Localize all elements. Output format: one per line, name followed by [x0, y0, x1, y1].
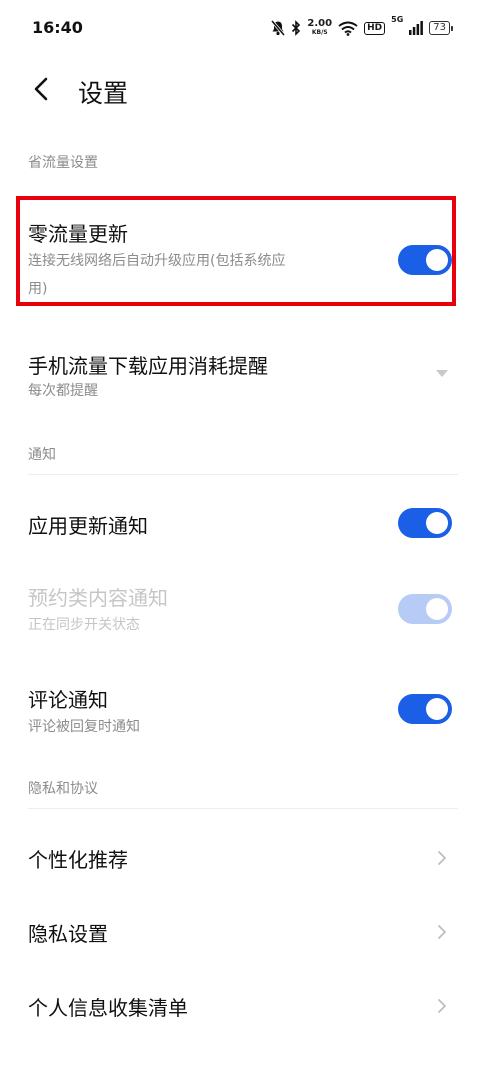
- reservation-notice-toggle: [398, 594, 452, 624]
- privacy-item-label: 个性化推荐: [28, 848, 128, 872]
- dropdown-triangle-icon[interactable]: [436, 370, 448, 378]
- comment-notice-subtitle: 评论被回复时通知: [28, 719, 140, 735]
- divider: [28, 474, 458, 475]
- chevron-right-icon: [438, 851, 446, 865]
- mute-bell-icon: [271, 20, 286, 36]
- mobile-data-reminder-row[interactable]: 手机流量下载应用消耗提醒 每次都提醒: [0, 336, 480, 416]
- zero-data-update-title: 零流量更新: [28, 222, 128, 246]
- privacy-item-privacy-settings[interactable]: 隐私设置: [0, 898, 480, 964]
- signal-type-label: 5G: [391, 15, 404, 24]
- zero-data-update-subtitle-line1: 连接无线网络后自动升级应用(包括系统应: [28, 253, 286, 269]
- zero-data-update-subtitle-line2: 用): [28, 281, 48, 297]
- zero-data-update-row[interactable]: 零流量更新 连接无线网络后自动升级应用(包括系统应 用): [0, 200, 480, 304]
- wifi-icon: [338, 21, 358, 36]
- comment-notice-row[interactable]: 评论通知 评论被回复时通知: [0, 674, 480, 746]
- privacy-item-label: 个人信息收集清单: [28, 996, 188, 1020]
- status-bar: 16:40 2.00 KB/S HD 5G 73: [0, 0, 480, 60]
- app-header: 设置: [0, 64, 480, 114]
- chevron-right-icon: [438, 999, 446, 1013]
- privacy-item-personalized-recommendation[interactable]: 个性化推荐: [0, 824, 480, 890]
- battery-indicator: 73: [429, 21, 453, 35]
- privacy-item-personal-info-list[interactable]: 个人信息收集清单: [0, 972, 480, 1038]
- toggle-knob: [426, 512, 448, 534]
- chevron-right-icon: [438, 925, 446, 939]
- back-arrow-icon[interactable]: [28, 74, 58, 104]
- page-title: 设置: [78, 79, 129, 108]
- comment-notice-title: 评论通知: [28, 688, 108, 712]
- reservation-notice-subtitle: 正在同步开关状态: [28, 617, 140, 633]
- privacy-item-label: 隐私设置: [28, 922, 108, 946]
- app-update-notice-toggle[interactable]: [398, 508, 452, 538]
- toggle-knob: [426, 698, 448, 720]
- toggle-knob: [426, 249, 448, 271]
- reservation-notice-row: 预约类内容通知 正在同步开关状态: [0, 572, 480, 644]
- signal-icon: [409, 21, 424, 35]
- section-label-data-saving: 省流量设置: [28, 155, 98, 171]
- status-time: 16:40: [32, 18, 83, 37]
- bluetooth-icon: [292, 20, 301, 36]
- reservation-notice-title: 预约类内容通知: [28, 586, 168, 610]
- section-label-privacy: 隐私和协议: [28, 781, 98, 797]
- app-update-notice-title: 应用更新通知: [28, 514, 148, 538]
- comment-notice-toggle[interactable]: [398, 694, 452, 724]
- toggle-knob: [426, 598, 448, 620]
- divider: [28, 808, 458, 809]
- mobile-data-reminder-value: 每次都提醒: [28, 383, 98, 399]
- status-icons: 2.00 KB/S HD 5G 73: [271, 15, 453, 40]
- section-label-notifications: 通知: [28, 447, 56, 463]
- app-update-notice-row[interactable]: 应用更新通知: [0, 490, 480, 556]
- network-rate: 2.00 KB/S: [307, 18, 333, 37]
- hd-badge: HD: [364, 21, 386, 35]
- zero-data-update-toggle[interactable]: [398, 245, 452, 275]
- mobile-data-reminder-title: 手机流量下载应用消耗提醒: [28, 354, 268, 378]
